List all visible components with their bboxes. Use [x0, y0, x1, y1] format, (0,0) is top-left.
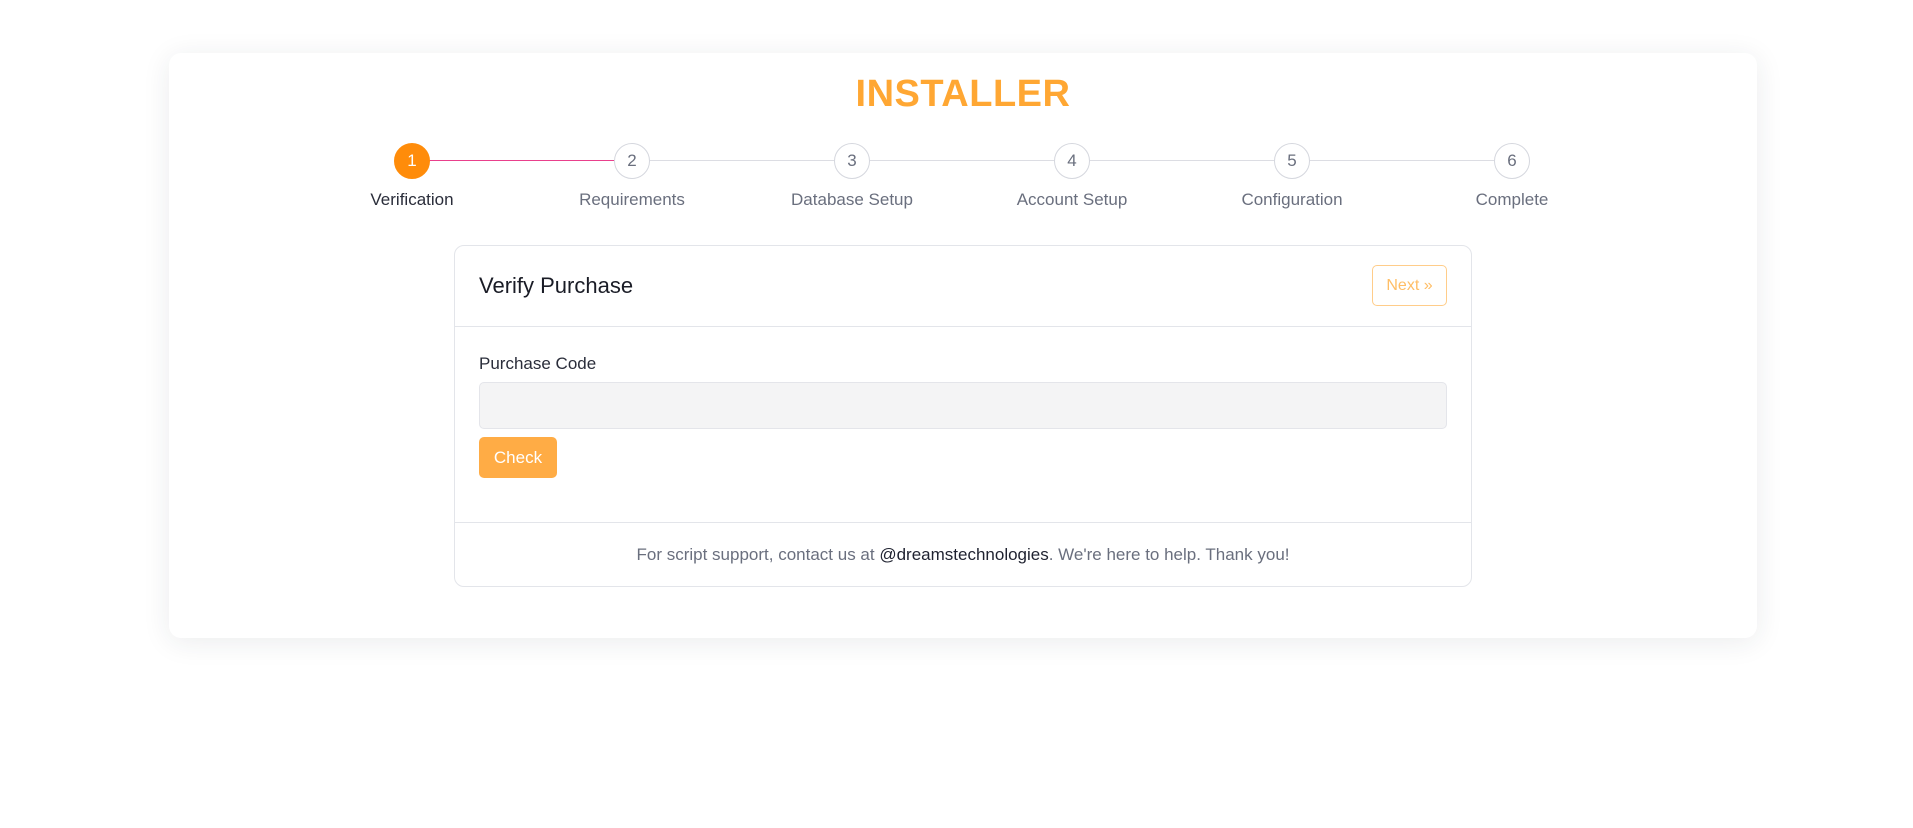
card-title: Verify Purchase	[479, 273, 634, 298]
step-complete: 6 Complete	[1402, 143, 1622, 210]
step-verification: 1 Verification	[302, 143, 522, 210]
page-title: INSTALLER	[855, 73, 1071, 115]
purchase-code-input[interactable]	[479, 382, 1447, 429]
purchase-code-label: Purchase Code	[479, 354, 597, 373]
step-label: Account Setup	[1016, 190, 1128, 209]
step-label: Verification	[370, 190, 454, 209]
step-number: 2	[614, 143, 650, 179]
step-number: 3	[834, 143, 870, 179]
step-database-setup: 3 Database Setup	[742, 143, 962, 210]
step-account-setup: 4 Account Setup	[962, 143, 1182, 210]
step-configuration: 5 Configuration	[1182, 143, 1402, 210]
check-button[interactable]: Check	[479, 437, 557, 478]
step-label: Requirements	[579, 190, 685, 209]
step-requirements: 2 Requirements	[522, 143, 742, 210]
support-link[interactable]: @dreamstechnologies	[879, 545, 1048, 564]
step-label: Complete	[1475, 190, 1549, 209]
step-number: 5	[1274, 143, 1310, 179]
support-footer: For script support, contact us at @dream…	[455, 523, 1471, 586]
card-body: Purchase Code Check	[455, 327, 1471, 523]
support-text-after: . We're here to help. Thank you!	[1048, 545, 1290, 564]
card-header: Verify Purchase Next »	[455, 246, 1471, 327]
installer-card: INSTALLER 1 Verification 2 Requirements …	[169, 53, 1757, 638]
verify-purchase-card: Verify Purchase Next » Purchase Code Che…	[454, 245, 1472, 587]
step-label: Database Setup	[791, 190, 913, 209]
step-number: 1	[394, 143, 430, 179]
step-number: 6	[1494, 143, 1530, 179]
step-label: Configuration	[1241, 190, 1343, 209]
next-button[interactable]: Next »	[1372, 265, 1447, 306]
support-text-before: For script support, contact us at	[636, 545, 880, 564]
step-number: 4	[1054, 143, 1090, 179]
